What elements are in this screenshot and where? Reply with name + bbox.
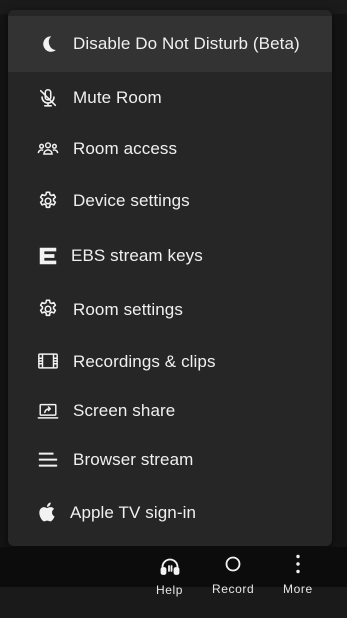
menu-item-label: Browser stream [73, 450, 194, 469]
menu-item-recordings-clips[interactable]: Recordings & clips [8, 336, 332, 388]
screen: Disable Do Not Disturb (Beta) Mute Room [0, 0, 347, 618]
menu-item-label: Mute Room [73, 88, 162, 107]
apple-logo-icon [37, 501, 59, 523]
ebs-logo-icon [37, 245, 59, 267]
moon-icon [37, 33, 59, 55]
menu-item-screen-share[interactable]: Screen share [8, 388, 332, 436]
menu-item-label: Recordings & clips [73, 352, 216, 371]
menu-item-ebs-stream-keys[interactable]: EBS stream keys [8, 228, 332, 284]
headset-icon [158, 555, 182, 579]
film-strip-icon [37, 350, 59, 372]
menu-item-disable-do-not-disturb[interactable]: Disable Do Not Disturb (Beta) [8, 16, 332, 72]
menu-item-label: Room access [73, 139, 178, 158]
help-label: Help [156, 583, 184, 597]
lines-icon [37, 449, 59, 471]
gear-icon [37, 190, 59, 212]
record-circle-icon [221, 552, 245, 576]
muted-microphone-icon [37, 87, 59, 109]
menu-item-label: Screen share [73, 401, 176, 420]
menu-item-apple-tv-sign-in[interactable]: Apple TV sign-in [8, 486, 332, 542]
menu-item-browser-stream[interactable]: Browser stream [8, 436, 332, 486]
help-button[interactable]: Help [156, 552, 183, 597]
more-label: More [283, 582, 313, 596]
menu-item-label: Disable Do Not Disturb (Beta) [73, 34, 300, 53]
vertical-dots-icon [286, 552, 310, 576]
menu-item-label: Apple TV sign-in [70, 503, 197, 522]
menu-item-label: Room settings [73, 300, 183, 319]
more-menu: Disable Do Not Disturb (Beta) Mute Room [8, 10, 332, 546]
record-label: Record [212, 582, 255, 596]
more-button[interactable]: More [283, 552, 313, 596]
menu-item-label: Device settings [73, 191, 190, 210]
menu-item-room-access[interactable]: Room access [8, 124, 332, 176]
screen-share-icon [37, 400, 59, 422]
gear-icon [37, 298, 59, 320]
record-button[interactable]: Record [212, 552, 254, 596]
menu-item-room-settings[interactable]: Room settings [8, 284, 332, 336]
menu-item-label: EBS stream keys [71, 246, 203, 265]
menu-item-device-settings[interactable]: Device settings [8, 176, 332, 228]
people-group-icon [37, 138, 59, 160]
menu-item-mute-room[interactable]: Mute Room [8, 72, 332, 124]
